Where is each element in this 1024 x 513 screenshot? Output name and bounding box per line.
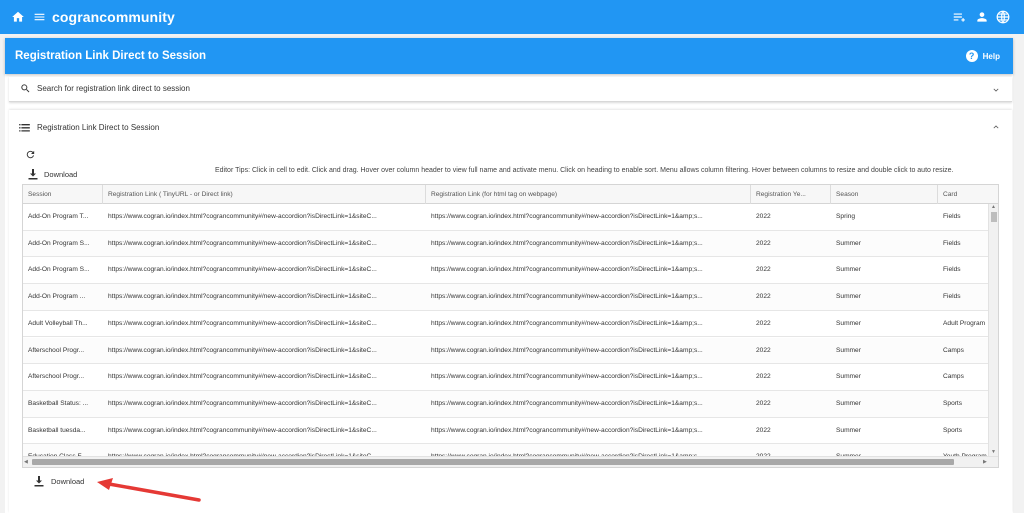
cell-season[interactable]: Summer — [831, 231, 938, 257]
app-title: cograncommunity — [52, 9, 175, 25]
table-row[interactable]: Adult Volleyball Th... https://www.cogran… — [23, 311, 989, 338]
vertical-scrollbar[interactable]: ▲ ▼ — [988, 204, 998, 456]
cell-registration-year[interactable]: 2022 — [751, 391, 831, 417]
cell-season[interactable]: Summer — [831, 391, 938, 417]
cell-registration-year[interactable]: 2022 — [751, 338, 831, 364]
refresh-icon[interactable] — [25, 149, 36, 160]
cell-season[interactable]: Summer — [831, 338, 938, 364]
cell-registration-link-html[interactable]: https://www.cogran.io/index.html?cogranc… — [426, 391, 751, 417]
help-label: Help — [982, 51, 1000, 61]
scroll-right-arrow-icon[interactable]: ▶ — [983, 460, 987, 465]
top-app-bar: cograncommunity — [0, 0, 1024, 34]
cell-registration-link-html[interactable]: https://www.cogran.io/index.html?cogranc… — [426, 231, 751, 257]
cell-registration-year[interactable]: 2022 — [751, 231, 831, 257]
cell-registration-link-html[interactable]: https://www.cogran.io/index.html?cogranc… — [426, 257, 751, 283]
cell-registration-link[interactable]: https://www.cogran.io/index.html?cogranc… — [103, 257, 426, 283]
cell-session[interactable]: Adult Volleyball Th... — [23, 311, 103, 337]
panel-title: Registration Link Direct to Session — [37, 123, 160, 132]
cell-registration-link-html[interactable]: https://www.cogran.io/index.html?cogranc… — [426, 284, 751, 310]
cell-registration-year[interactable]: 2022 — [751, 418, 831, 444]
cell-registration-link[interactable]: https://www.cogran.io/index.html?cogranc… — [103, 231, 426, 257]
search-icon — [21, 84, 30, 93]
table-row[interactable]: Afterschool Progr... https://www.cogran.i… — [23, 337, 989, 365]
user-icon[interactable] — [975, 10, 989, 24]
download-label: Download — [44, 170, 78, 179]
home-icon[interactable] — [11, 10, 25, 24]
column-header-card[interactable]: Card — [938, 185, 998, 204]
download-button-bottom[interactable]: Download — [34, 476, 84, 487]
cell-session[interactable]: Basketball Status: ... — [23, 391, 103, 417]
column-header-registration-year[interactable]: Registration Ye... — [751, 185, 831, 204]
table-row[interactable]: Add-On Program S... https://www.cogran.io… — [23, 230, 989, 258]
chevron-down-icon[interactable] — [991, 85, 1001, 95]
cell-season[interactable]: Summer — [831, 257, 938, 283]
cell-registration-link-html[interactable]: https://www.cogran.io/index.html?cogranc… — [426, 311, 751, 337]
cell-registration-link-html[interactable]: https://www.cogran.io/index.html?cogranc… — [426, 418, 751, 444]
table-row[interactable]: Add-On Program ... https://www.cogran.io/… — [23, 284, 989, 311]
cell-session[interactable]: Add-On Program S... — [23, 257, 103, 283]
chevron-up-icon[interactable] — [991, 122, 1001, 132]
search-panel[interactable]: Search for registration link direct to s… — [9, 77, 1012, 102]
table-row[interactable]: Afterschool Progr... https://www.cogran.i… — [23, 364, 989, 391]
cell-registration-link-html[interactable]: https://www.cogran.io/index.html?cogranc… — [426, 364, 751, 390]
search-panel-label: Search for registration link direct to s… — [37, 84, 190, 93]
cell-session[interactable]: Afterschool Progr... — [23, 338, 103, 364]
cell-registration-link-html[interactable]: https://www.cogran.io/index.html?cogranc… — [426, 338, 751, 364]
scroll-down-arrow-icon[interactable]: ▼ — [991, 450, 996, 455]
cell-registration-year[interactable]: 2022 — [751, 284, 831, 310]
list-icon — [19, 124, 30, 132]
cell-session[interactable]: Basketball tuesda... — [23, 418, 103, 444]
column-header-registration-link[interactable]: Registration Link ( TinyURL - or Direct … — [103, 185, 426, 204]
list-filter-icon[interactable] — [952, 10, 966, 24]
menu-icon[interactable] — [33, 10, 46, 24]
cell-session[interactable]: Add-On Program S... — [23, 231, 103, 257]
cell-season[interactable]: Summer — [831, 418, 938, 444]
editor-tips: Editor Tips: Click in cell to edit. Clic… — [215, 167, 954, 174]
page-header: Registration Link Direct to Session ? He… — [5, 38, 1013, 74]
table-row[interactable]: Basketball tuesda... https://www.cogran.i… — [23, 418, 989, 445]
cell-season[interactable]: Summer — [831, 364, 938, 390]
download-icon — [34, 476, 44, 487]
cell-registration-year[interactable]: 2022 — [751, 364, 831, 390]
cell-registration-link[interactable]: https://www.cogran.io/index.html?cogranc… — [103, 284, 426, 310]
cell-registration-year[interactable]: 2022 — [751, 311, 831, 337]
grid-header: Session Registration Link ( TinyURL - or … — [23, 185, 998, 204]
cell-session[interactable]: Add-On Program T... — [23, 204, 103, 230]
cell-session[interactable]: Afterschool Progr... — [23, 364, 103, 390]
horizontal-scroll-thumb[interactable] — [32, 459, 954, 465]
cell-registration-link[interactable]: https://www.cogran.io/index.html?cogranc… — [103, 311, 426, 337]
cell-registration-year[interactable]: 2022 — [751, 257, 831, 283]
cell-session[interactable]: Add-On Program ... — [23, 284, 103, 310]
annotation-arrow-icon — [97, 478, 201, 502]
table-row[interactable]: Add-On Program T... https://www.cogran.io… — [23, 204, 989, 231]
globe-icon[interactable] — [996, 10, 1010, 24]
cell-season[interactable]: Summer — [831, 284, 938, 310]
cell-registration-link[interactable]: https://www.cogran.io/index.html?cogranc… — [103, 204, 426, 230]
download-button-top[interactable]: Download — [28, 169, 77, 180]
cell-registration-link[interactable]: https://www.cogran.io/index.html?cogranc… — [103, 338, 426, 364]
column-header-season[interactable]: Season — [831, 185, 938, 204]
vertical-scroll-thumb[interactable] — [991, 212, 997, 222]
cell-registration-link-html[interactable]: https://www.cogran.io/index.html?cogranc… — [426, 204, 751, 230]
help-button[interactable]: ? Help — [965, 50, 1000, 62]
horizontal-scrollbar[interactable]: ◀ ▶ — [23, 456, 998, 467]
cell-season[interactable]: Summer — [831, 311, 938, 337]
table-row[interactable]: Basketball Status: ... https://www.cogran… — [23, 390, 989, 418]
help-icon: ? — [965, 50, 978, 62]
column-header-session[interactable]: Session — [23, 185, 103, 204]
download-label: Download — [51, 477, 85, 486]
scroll-up-arrow-icon[interactable]: ▲ — [991, 205, 996, 210]
cell-registration-link[interactable]: https://www.cogran.io/index.html?cogranc… — [103, 418, 426, 444]
cell-registration-year[interactable]: 2022 — [751, 204, 831, 230]
cell-registration-link[interactable]: https://www.cogran.io/index.html?cogranc… — [103, 364, 426, 390]
download-icon — [28, 169, 38, 180]
cell-registration-link[interactable]: https://www.cogran.io/index.html?cogranc… — [103, 391, 426, 417]
registration-links-grid: Session Registration Link ( TinyURL - or … — [22, 184, 999, 468]
column-header-registration-link-html[interactable]: Registration Link (for html tag on webpa… — [426, 185, 751, 204]
cell-season[interactable]: Spring — [831, 204, 938, 230]
table-row[interactable]: Add-On Program S... https://www.cogran.io… — [23, 257, 989, 285]
page-title: Registration Link Direct to Session — [15, 50, 207, 62]
scroll-left-arrow-icon[interactable]: ◀ — [24, 460, 28, 465]
